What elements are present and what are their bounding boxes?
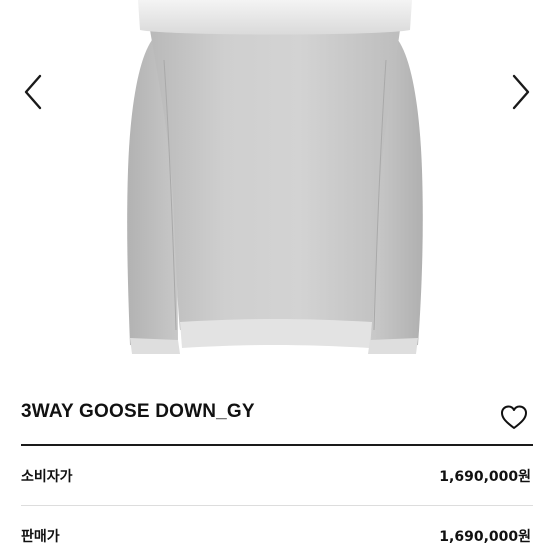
product-image bbox=[127, 0, 423, 354]
row-divider bbox=[21, 505, 533, 506]
sale-price-value: 1,690,000원 bbox=[439, 529, 531, 545]
product-page: 3WAY GOOSE DOWN_GY 소비자가 1,690,000원 판매가 1… bbox=[0, 0, 554, 554]
chevron-right-icon[interactable] bbox=[502, 72, 538, 112]
product-title: 3WAY GOOSE DOWN_GY bbox=[21, 401, 255, 422]
heart-outline-icon[interactable] bbox=[500, 404, 528, 432]
chevron-left-icon[interactable] bbox=[16, 72, 52, 112]
title-divider bbox=[21, 444, 533, 446]
consumer-price-row: 소비자가 1,690,000원 bbox=[21, 466, 533, 490]
product-gallery[interactable] bbox=[0, 0, 554, 372]
sale-price-row: 판매가 1,690,000원 bbox=[21, 526, 533, 550]
sale-price-label: 판매가 bbox=[21, 529, 60, 545]
consumer-price-label: 소비자가 bbox=[21, 469, 73, 485]
consumer-price-value: 1,690,000원 bbox=[439, 469, 531, 485]
